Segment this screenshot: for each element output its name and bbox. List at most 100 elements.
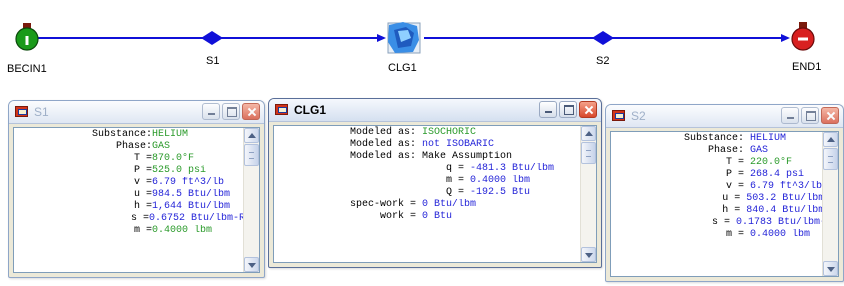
node-label-s1: S1 (206, 55, 220, 67)
window-titlebar[interactable]: CLG1 (269, 99, 601, 122)
property-value[interactable]: GAS (750, 145, 768, 157)
property-label: P = (725, 169, 744, 180)
property-label: h = (133, 201, 152, 212)
state-node-s2[interactable] (592, 31, 614, 45)
scroll-down-icon[interactable] (581, 247, 596, 262)
property-row: Substance: HELIUM (14, 129, 243, 141)
minimize-button[interactable] (202, 103, 220, 120)
close-button[interactable] (242, 103, 260, 120)
scroll-thumb[interactable] (823, 148, 838, 170)
property-label: P = (133, 165, 152, 176)
property-value[interactable]: 1,644 Btu/lbm (152, 201, 230, 213)
property-row: Q = -192.5 Btu (274, 187, 580, 199)
property-label: work = (379, 211, 416, 222)
cooler-device-clg1[interactable] (387, 22, 421, 54)
property-label: m = (133, 225, 152, 236)
close-button[interactable] (821, 107, 839, 124)
property-row: Modeled as: Make Assumption (274, 151, 580, 163)
property-value[interactable]: 220.0°F (750, 157, 792, 169)
property-value[interactable]: 870.0°F (152, 153, 194, 165)
property-label: m = (445, 175, 464, 186)
property-label: u = (133, 189, 152, 200)
property-label: h = (722, 205, 741, 216)
property-row: T = 220.0°F (611, 157, 822, 169)
property-label: q = (445, 163, 464, 174)
property-value[interactable]: 984.5 Btu/lbm (152, 189, 230, 201)
property-row: v = 6.79 ft^3/lb (14, 177, 243, 189)
close-button[interactable] (579, 101, 597, 118)
property-row: h = 1,644 Btu/lbm (14, 201, 243, 213)
property-row: work = 0 Btu (274, 211, 580, 223)
property-value[interactable]: HELIUM (750, 133, 786, 145)
property-value[interactable]: -481.3 Btu/lbm (470, 163, 554, 175)
vertical-scrollbar[interactable] (243, 128, 259, 272)
property-label: T = (725, 157, 744, 168)
property-value[interactable]: 6.79 ft^3/lb (750, 181, 822, 193)
property-row: m = 0.4000 lbm (611, 229, 822, 241)
property-row: T = 870.0°F (14, 153, 243, 165)
property-value[interactable]: 503.2 Btu/lbm (746, 193, 822, 205)
sink-mark (798, 37, 808, 41)
scroll-thumb[interactable] (581, 142, 596, 164)
window-titlebar[interactable]: S2 (606, 105, 843, 128)
window-title: S2 (631, 109, 646, 123)
property-row: Substance: HELIUM (611, 133, 822, 145)
property-value[interactable]: 0 Btu (422, 211, 452, 223)
property-value[interactable]: 0 Btu/lbm (422, 199, 476, 211)
maximize-button[interactable] (222, 103, 240, 120)
property-value[interactable]: ISOCHORIC (422, 127, 476, 139)
state-window-s1[interactable]: S1 Substance: HELIUM Phase: GAS T = 870.0°F… (8, 100, 265, 278)
device-window-clg1[interactable]: CLG1 Modeled as: ISOCHORIC Modeled as: not… (268, 98, 602, 268)
scroll-up-icon[interactable] (823, 132, 838, 147)
state-node-s1[interactable] (201, 31, 223, 45)
scroll-down-icon[interactable] (244, 257, 259, 272)
minimize-button[interactable] (781, 107, 799, 124)
property-row: Modeled as: not ISOBARIC (274, 139, 580, 151)
property-value[interactable]: 0.4000 lbm (750, 229, 810, 241)
property-label: Modeled as: (349, 127, 416, 138)
maximize-button[interactable] (801, 107, 819, 124)
property-row: q = -481.3 Btu/lbm (274, 163, 580, 175)
property-value[interactable]: 6.79 ft^3/lb (152, 177, 224, 189)
node-label-becin1: BECIN1 (7, 63, 47, 75)
property-row: Phase: GAS (14, 141, 243, 153)
scroll-thumb[interactable] (244, 144, 259, 166)
state-window-s2[interactable]: S2 Substance: HELIUM Phase: GAS T = 220.0°F… (605, 104, 844, 282)
node-label-s2: S2 (596, 55, 610, 67)
property-value[interactable]: 0.1783 Btu/lbm-R (736, 217, 822, 229)
flow-diagram (15, 22, 815, 54)
property-row: spec-work = 0 Btu/lbm (274, 199, 580, 211)
property-label: m = (725, 229, 744, 240)
maximize-button[interactable] (559, 101, 577, 118)
property-value[interactable]: 0.4000 lbm (152, 225, 212, 237)
property-value[interactable]: HELIUM (152, 129, 188, 141)
property-label: spec-work = (349, 199, 416, 210)
scroll-up-icon[interactable] (244, 128, 259, 143)
window-titlebar[interactable]: S1 (9, 101, 264, 124)
property-row: Modeled as: ISOCHORIC (274, 127, 580, 139)
property-label: Modeled as: (349, 151, 416, 162)
node-label-end1: END1 (792, 61, 822, 73)
property-value[interactable]: 268.4 psi (750, 169, 804, 181)
vertical-scrollbar[interactable] (580, 126, 596, 262)
minimize-button[interactable] (539, 101, 557, 118)
vertical-scrollbar[interactable] (822, 132, 838, 276)
source-node-becin1[interactable] (15, 23, 39, 51)
property-value[interactable]: Make Assumption (422, 151, 512, 163)
property-value[interactable]: 525.0 psi (152, 165, 206, 177)
property-row: u = 984.5 Btu/lbm (14, 189, 243, 201)
node-label-clg1: CLG1 (388, 62, 417, 74)
property-value[interactable]: GAS (152, 141, 170, 153)
property-value[interactable]: 0.4000 lbm (470, 175, 530, 187)
property-value[interactable]: 0.6752 Btu/lbm-R (149, 213, 243, 225)
property-value[interactable]: not ISOBARIC (422, 139, 494, 151)
property-label: s = (131, 213, 150, 224)
property-label: s = (712, 217, 731, 228)
app-icon (15, 106, 28, 117)
property-value[interactable]: 840.4 Btu/lbm (746, 205, 822, 217)
scroll-down-icon[interactable] (823, 261, 838, 276)
sink-node-end1[interactable] (791, 22, 815, 51)
scroll-up-icon[interactable] (581, 126, 596, 141)
property-value[interactable]: -192.5 Btu (470, 187, 530, 199)
property-panel: Substance: HELIUM Phase: GAS T = 870.0°F P … (13, 127, 260, 273)
